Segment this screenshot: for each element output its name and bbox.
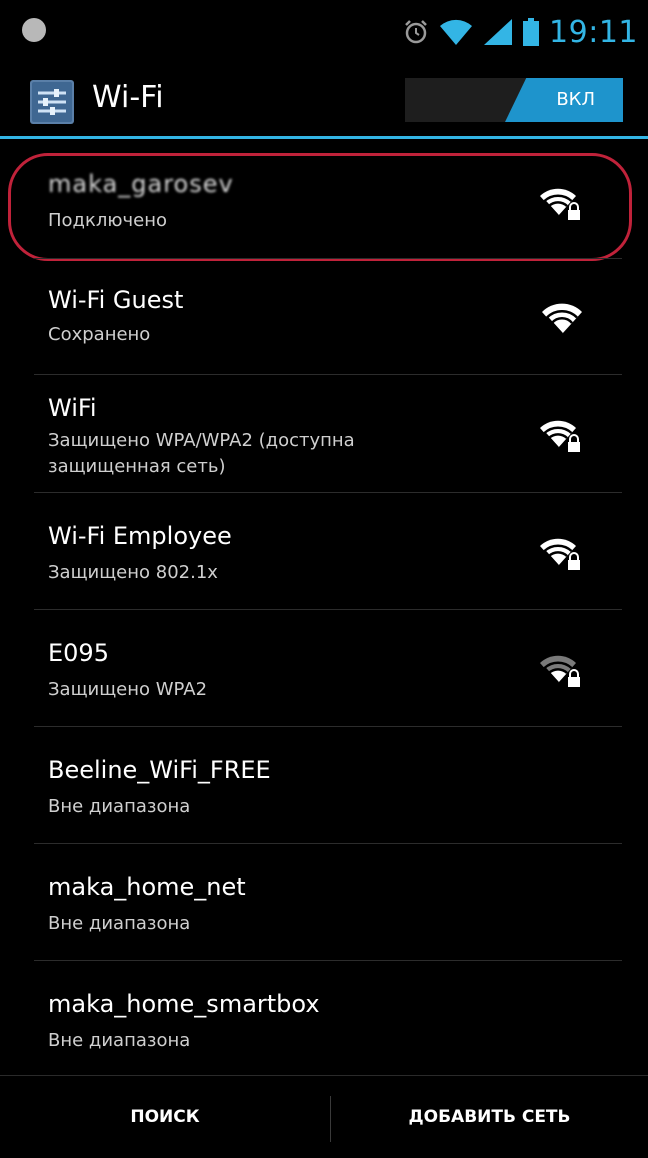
status-icons: 19:11 xyxy=(403,10,638,54)
network-name: E095 xyxy=(48,639,109,667)
network-name: maka_home_smartbox xyxy=(48,990,320,1018)
add-network-button[interactable]: ДОБАВИТЬ СЕТЬ xyxy=(331,1076,648,1158)
network-item[interactable]: maka_home_net Вне диапазона xyxy=(0,843,648,960)
network-status: Вне диапазона xyxy=(48,1030,191,1051)
status-time: 19:11 xyxy=(549,14,638,50)
network-name: Wi-Fi Employee xyxy=(48,522,232,550)
network-item[interactable]: Beeline_WiFi_FREE Вне диапазона xyxy=(0,726,648,843)
search-button[interactable]: ПОИСК xyxy=(0,1076,330,1158)
network-status: Защищено WPA/WPA2 (доступна защищенная с… xyxy=(48,430,355,477)
alarm-icon xyxy=(405,20,427,44)
bottom-action-bar: ПОИСК ДОБАВИТЬ СЕТЬ xyxy=(0,1075,648,1158)
network-item[interactable]: Wi-Fi Employee Защищено 802.1x xyxy=(0,492,648,609)
network-item[interactable]: Wi-Fi Guest Сохранено xyxy=(0,258,648,374)
action-bar-divider xyxy=(0,136,648,139)
wifi-toggle[interactable]: ВКЛ xyxy=(405,78,623,122)
toggle-on-label: ВКЛ xyxy=(556,89,595,110)
signal-icon xyxy=(484,19,513,45)
notification-icon xyxy=(22,18,46,42)
page-title: Wi-Fi xyxy=(92,80,164,115)
wifi-lock-icon xyxy=(540,538,580,570)
battery-icon xyxy=(523,18,540,46)
wifi-lock-icon xyxy=(540,655,580,687)
wifi-icon xyxy=(542,303,582,335)
network-item[interactable]: maka_home_smartbox Вне диапазона xyxy=(0,960,648,1075)
connected-network-highlight xyxy=(8,153,632,261)
network-status: Защищено WPA2 xyxy=(48,679,208,700)
wifi-status-icon xyxy=(440,19,473,45)
network-status: Вне диапазона xyxy=(48,913,191,934)
status-bar: 19:11 xyxy=(0,0,648,64)
settings-app-icon[interactable] xyxy=(28,78,76,126)
action-bar: Wi-Fi ВКЛ xyxy=(0,64,648,136)
network-name: Wi-Fi Guest xyxy=(48,286,184,314)
wifi-lock-icon xyxy=(540,420,580,452)
network-name: maka_home_net xyxy=(48,873,246,901)
network-name: Beeline_WiFi_FREE xyxy=(48,756,271,784)
network-item[interactable]: E095 Защищено WPA2 xyxy=(0,609,648,726)
network-name: WiFi xyxy=(48,394,97,422)
network-status: Сохранено xyxy=(48,324,151,345)
network-item[interactable]: WiFi Защищено WPA/WPA2 (доступна защищен… xyxy=(0,374,648,492)
network-status: Защищено 802.1x xyxy=(48,562,218,583)
network-status: Вне диапазона xyxy=(48,796,191,817)
